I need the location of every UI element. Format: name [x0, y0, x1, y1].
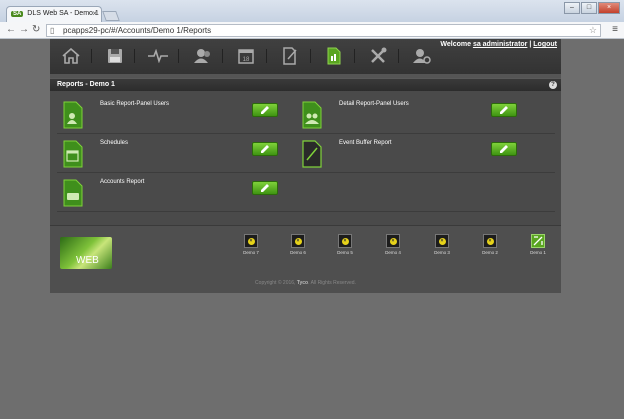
reload-icon[interactable]: ↻ — [32, 24, 40, 35]
device-icon: × — [386, 234, 400, 248]
welcome-separator: | — [529, 41, 532, 48]
device-demo-2[interactable]: × Demo 2 — [475, 234, 505, 255]
device-icon: × — [244, 234, 258, 248]
web-logo: WEB — [60, 237, 112, 269]
row-divider — [57, 172, 555, 173]
report-label: Event Buffer Report — [339, 140, 392, 146]
tools-icon[interactable] — [367, 45, 389, 67]
logo-text: WEB — [76, 255, 99, 266]
new-tab-button[interactable] — [102, 11, 120, 21]
row-divider — [57, 211, 555, 212]
browser-tab[interactable]: SA DLS Web SA - Demo 1 × — [6, 6, 102, 22]
url-field[interactable]: ▯ pcapps29-pc/#/Accounts/Demo 1/Reports … — [46, 24, 601, 37]
maximize-button[interactable]: □ — [581, 2, 597, 14]
home-icon[interactable] — [60, 45, 82, 67]
nav-separator — [266, 49, 267, 63]
activity-icon[interactable] — [147, 45, 169, 67]
url-text: pcapps29-pc/#/Accounts/Demo 1/Reports — [63, 26, 212, 35]
edit-report-button[interactable] — [252, 181, 278, 195]
nav-separator — [91, 49, 92, 63]
users-report-icon — [63, 101, 83, 129]
device-icon: × — [483, 234, 497, 248]
browser-titlebar: SA DLS Web SA - Demo 1 × – □ × — [0, 0, 624, 22]
top-navigation: 18 Welcome sa administrator | Logout — [50, 39, 561, 74]
bookmark-star-icon[interactable]: ☆ — [589, 25, 597, 35]
nav-separator — [134, 49, 135, 63]
edit-report-button[interactable] — [491, 142, 517, 156]
device-label: Demo 4 — [385, 250, 401, 255]
copyright: Copyright © 2016, Tyco. All Rights Reser… — [50, 280, 561, 286]
panel-title: Reports - Demo 1 — [57, 81, 115, 88]
reports-panel: Reports - Demo 1 ? Basic Report-Panel Us… — [50, 78, 561, 248]
nav-separator — [398, 49, 399, 63]
logout-link[interactable]: Logout — [533, 41, 557, 48]
forward-icon[interactable]: → — [19, 24, 29, 35]
back-icon[interactable]: ← — [6, 24, 16, 35]
row-divider — [57, 133, 555, 134]
calendar-report-icon — [63, 140, 83, 168]
nav-separator — [310, 49, 311, 63]
reports-icon[interactable] — [323, 45, 345, 67]
device-active-icon — [531, 234, 545, 248]
help-icon[interactable]: ? — [549, 81, 557, 89]
device-label: Demo 3 — [434, 250, 450, 255]
nav-separator — [354, 49, 355, 63]
tab-close-icon[interactable]: × — [92, 9, 97, 18]
device-label: Demo 1 — [530, 250, 546, 255]
device-label: Demo 2 — [482, 250, 498, 255]
device-demo-7[interactable]: × Demo 7 — [236, 234, 266, 255]
nav-separator — [222, 49, 223, 63]
user-link[interactable]: sa administrator — [473, 41, 527, 48]
edit-report-button[interactable] — [491, 103, 517, 117]
page-icon: ▯ — [50, 26, 55, 35]
footer: WEB × Demo 7 × Demo 6 × Demo 5 × Demo 4 … — [50, 225, 561, 293]
save-icon[interactable] — [104, 45, 126, 67]
device-label: Demo 5 — [337, 250, 353, 255]
copyright-suffix: . All Rights Reserved. — [308, 280, 356, 286]
edit-report-button[interactable] — [252, 142, 278, 156]
edit-document-icon[interactable] — [279, 45, 301, 67]
welcome-label: Welcome — [440, 41, 471, 48]
window-controls: – □ × — [564, 2, 620, 14]
panel-header: Reports - Demo 1 ? — [50, 79, 561, 91]
report-label: Basic Report-Panel Users — [100, 101, 170, 107]
device-icon: × — [291, 234, 305, 248]
device-label: Demo 6 — [290, 250, 306, 255]
device-label: Demo 7 — [243, 250, 259, 255]
svg-text:18: 18 — [243, 57, 250, 63]
report-label: Accounts Report — [100, 179, 145, 185]
report-label: Detail Report-Panel Users — [339, 101, 409, 107]
device-demo-1[interactable]: Demo 1 — [523, 234, 553, 255]
browser-menu-icon[interactable]: ≡ — [612, 24, 618, 35]
users-icon[interactable] — [191, 45, 213, 67]
user-settings-icon[interactable] — [411, 45, 433, 67]
edit-report-button[interactable] — [252, 103, 278, 117]
close-window-button[interactable]: × — [598, 2, 620, 14]
accounts-report-icon — [63, 179, 83, 207]
users-report-icon — [302, 101, 322, 129]
welcome-text: Welcome sa administrator | Logout — [440, 41, 557, 48]
copyright-prefix: Copyright © 2016, — [255, 280, 296, 286]
device-demo-4[interactable]: × Demo 4 — [378, 234, 408, 255]
minimize-button[interactable]: – — [564, 2, 580, 14]
nav-separator — [178, 49, 179, 63]
report-label: Schedules — [100, 140, 129, 146]
device-demo-6[interactable]: × Demo 6 — [283, 234, 313, 255]
device-icon: × — [435, 234, 449, 248]
app-container: 18 Welcome sa administrator | Logout Rep… — [50, 39, 561, 293]
calendar-icon[interactable]: 18 — [235, 45, 257, 67]
tab-favicon: SA — [11, 11, 24, 17]
document-report-icon — [302, 140, 322, 168]
device-icon: × — [338, 234, 352, 248]
device-demo-5[interactable]: × Demo 5 — [330, 234, 360, 255]
copyright-brand: Tyco — [296, 280, 309, 286]
device-demo-3[interactable]: × Demo 3 — [427, 234, 457, 255]
address-bar: ← → ↻ ▯ pcapps29-pc/#/Accounts/Demo 1/Re… — [0, 22, 624, 39]
tab-title: DLS Web SA - Demo 1 — [27, 10, 99, 17]
